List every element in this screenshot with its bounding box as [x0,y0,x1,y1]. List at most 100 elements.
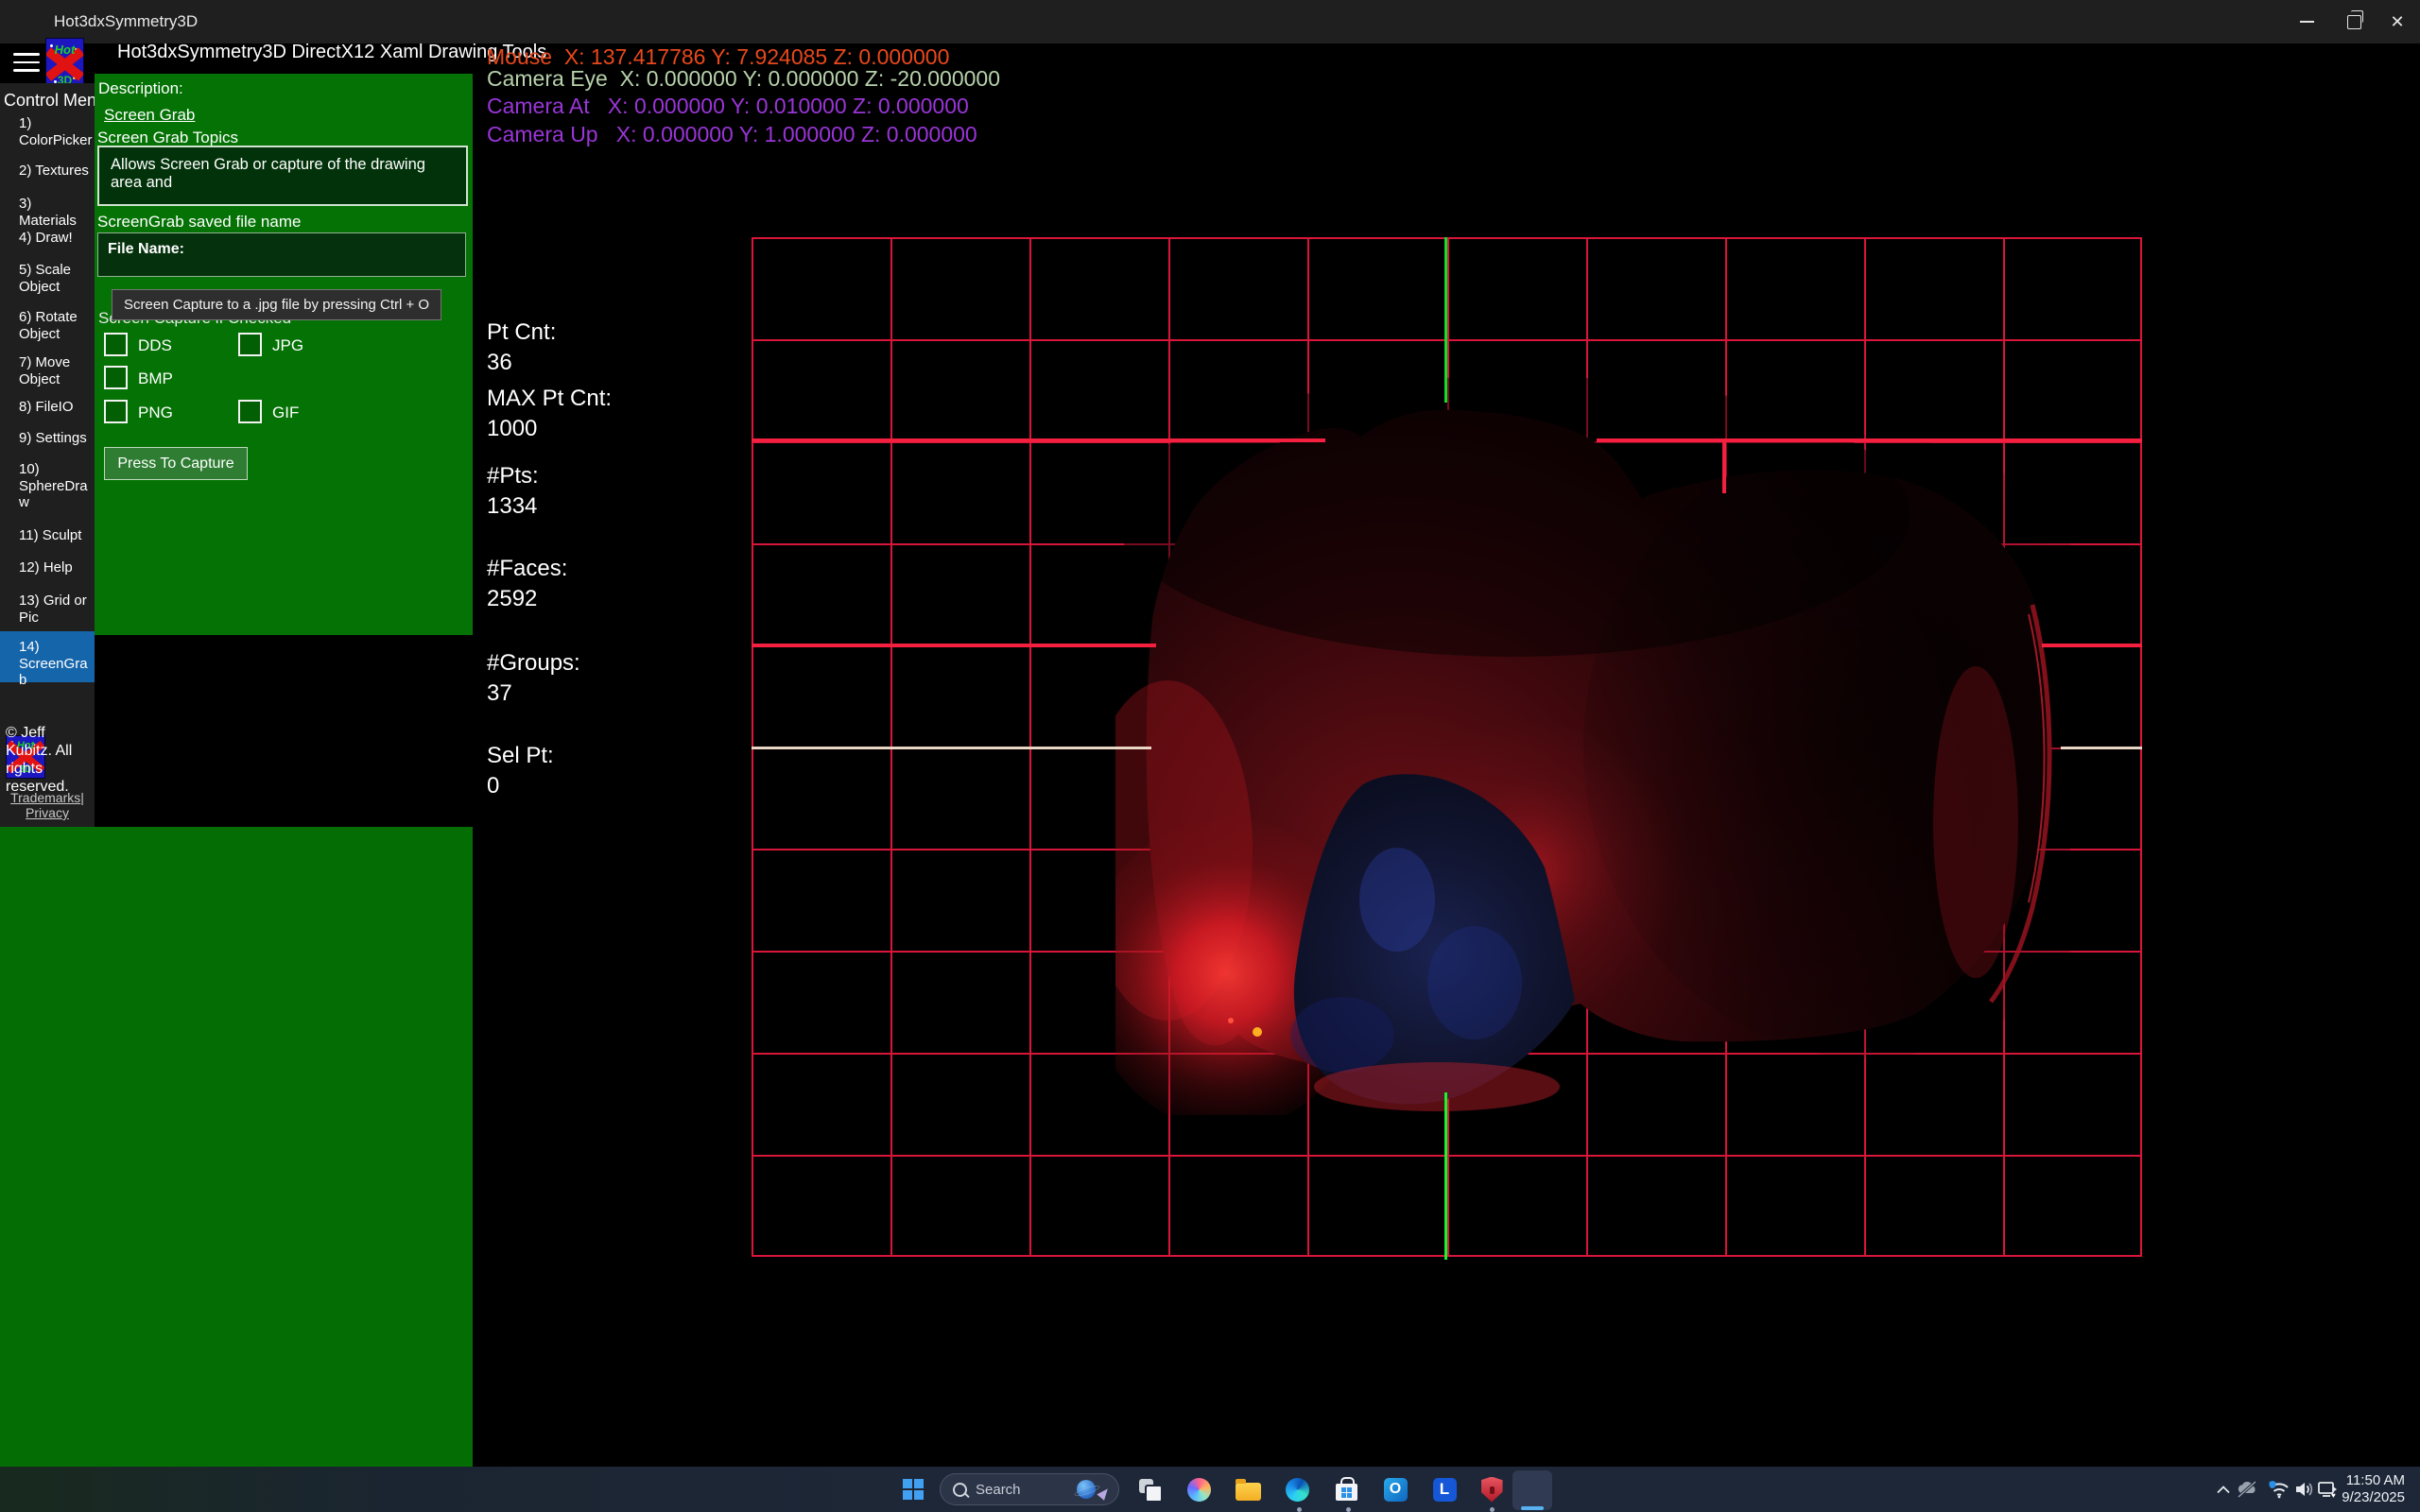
sidebar-item-fileio[interactable]: 8) FileIO [19,399,93,416]
sidebar-item-rotate-object[interactable]: 6) Rotate Object [19,309,93,342]
minimize-button[interactable] [2285,0,2328,43]
faces-value: 2592 [487,586,537,612]
edge-icon [1286,1478,1309,1502]
camera-eye-coords: Camera Eye X: 0.000000 Y: 0.000000 Z: -2… [487,66,1000,92]
max-pt-cnt-value: 1000 [487,416,537,442]
sel-pt-label: Sel Pt: [487,743,554,769]
edge-button[interactable] [1280,1472,1314,1506]
outlook-button[interactable]: O [1378,1472,1412,1506]
sidebar-item-colorpicker[interactable]: 1) ColorPicker [19,115,93,148]
pts-value: 1334 [487,493,537,520]
green-filler-panel [0,827,473,1467]
control-menu-label: Control Menu [4,91,106,111]
sidebar-item-grid-or-pic[interactable]: 13) Grid or Pic [19,593,93,626]
trademarks-link[interactable]: Trademarks [10,790,80,805]
checkbox-bmp[interactable] [104,366,128,389]
tooltip: Screen Capture to a .jpg file by pressin… [112,289,441,320]
file-name-label: File Name: [108,241,184,258]
store-icon [1336,1484,1357,1501]
store-running-dot [1346,1507,1351,1512]
sidebar-item-spheredraw[interactable]: 10) SphereDraw [19,461,93,511]
file-explorer-button[interactable] [1231,1472,1265,1506]
topics-textbox[interactable]: Allows Screen Grab or capture of the dra… [97,146,468,206]
taskbar-clock[interactable]: 11:50 AM 9/23/2025 [2307,1472,2405,1505]
sidebar-item-move-object[interactable]: 7) Move Object [19,354,93,387]
checkbox-jpg-label: JPG [272,336,303,355]
screen-grab-link[interactable]: Screen Grab [104,106,195,125]
grid-highlight-segment [752,644,1156,647]
pt-cnt-label: Pt Cnt: [487,319,556,346]
press-to-capture-button[interactable]: Press To Capture [104,447,248,480]
active-app-indicator [1521,1506,1544,1510]
grid-highlight-segment [1722,441,1726,493]
sidebar-item-screengrab[interactable]: 14) ScreenGrab [19,639,93,689]
groups-value: 37 [487,680,512,707]
grid-highlight-segment [752,438,1325,442]
sidebar-item-settings[interactable]: 9) Settings [19,430,93,447]
link-separator: | [80,790,84,805]
checkbox-gif[interactable] [238,400,262,423]
outlook-icon: O [1384,1478,1408,1502]
sidebar-item-scale-object[interactable]: 5) Scale Object [19,262,93,295]
task-view-button[interactable] [1132,1472,1167,1506]
folder-icon [1236,1483,1261,1501]
sidebar-item-materials[interactable]: 3) Materials [19,196,93,229]
3d-model-object[interactable] [1115,378,2070,1115]
restore-icon [2347,15,2361,29]
grid-highlight-segment [2042,644,2142,647]
privacy-link[interactable]: Privacy [26,805,69,820]
topics-label: Screen Grab Topics [97,129,238,147]
pt-cnt-value: 36 [487,350,512,376]
window-title: Hot3dxSymmetry3D [54,12,198,31]
taskbar: Search O L [0,1467,2420,1512]
grid-pale-segment [752,747,1151,749]
restore-button[interactable] [2332,0,2376,43]
clock-date: 9/23/2025 [2307,1489,2405,1506]
start-button[interactable] [896,1472,930,1506]
checkbox-bmp-label: BMP [138,369,173,388]
wifi-shield-icon[interactable] [2267,1478,2291,1501]
checkbox-gif-label: GIF [272,404,299,422]
sidebar-item-textures[interactable]: 2) Textures [19,163,93,180]
checkbox-dds[interactable] [104,333,128,356]
store-button[interactable] [1329,1472,1363,1506]
file-name-input[interactable]: File Name: [97,232,466,277]
close-button[interactable]: ✕ [2376,0,2419,43]
shield-app-button[interactable] [1475,1472,1509,1506]
copilot-button[interactable] [1182,1472,1216,1506]
checkbox-jpg[interactable] [238,333,262,356]
onedrive-paused-icon[interactable] [2235,1478,2259,1501]
title-bar: Hot3dxSymmetry3D ✕ [0,0,2420,43]
windows-logo-icon [903,1479,924,1500]
search-icon [953,1483,967,1497]
close-icon: ✕ [2390,13,2404,30]
search-placeholder: Search [976,1482,1077,1498]
l-app-icon: L [1433,1478,1457,1502]
copyright-text: © Jeff Kubitz. All rights reserved. [6,724,93,796]
y-axis-line-top [1444,237,1447,403]
shield-icon [1481,1477,1503,1503]
sidebar-item-draw[interactable]: 4) Draw! [19,230,93,247]
sel-pt-value: 0 [487,773,499,799]
y-axis-line-bottom [1444,1092,1447,1260]
legal-links: Trademarks| Privacy [0,790,95,820]
l-app-button[interactable]: L [1427,1472,1461,1506]
description-label: Description: [98,79,183,98]
checkbox-png[interactable] [104,400,128,423]
minimize-icon [2300,21,2314,23]
hamburger-menu-icon[interactable] [13,53,40,72]
topics-text: Allows Screen Grab or capture of the dra… [111,156,460,192]
sidebar-item-help[interactable]: 12) Help [19,559,93,576]
screen: Hot3dxSymmetry3D ✕ Hot3D Hot3dxSymmetry3… [0,0,2420,1512]
checkbox-dds-label: DDS [138,336,172,355]
sidebar-item-sculpt[interactable]: 11) Sculpt [19,527,93,544]
camera-up-coords: Camera Up X: 0.000000 Y: 1.000000 Z: 0.0… [487,122,977,147]
tray-chevron-up-icon[interactable] [2214,1480,2233,1499]
groups-label: #Groups: [487,650,580,677]
search-box[interactable]: Search [940,1473,1119,1505]
shield-running-dot [1490,1507,1495,1512]
hot3dx-taskbar-active-tile[interactable] [1512,1470,1552,1510]
pts-label: #Pts: [487,463,539,490]
camera-at-coords: Camera At X: 0.000000 Y: 0.010000 Z: 0.0… [487,94,969,119]
saved-file-label: ScreenGrab saved file name [97,213,301,232]
